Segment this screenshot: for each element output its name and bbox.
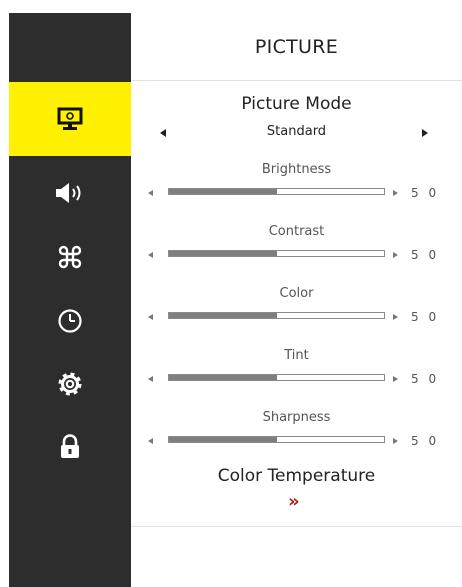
command-icon <box>58 245 82 269</box>
picture-mode-label: Picture Mode <box>241 94 352 114</box>
sharpness-track[interactable] <box>168 436 385 443</box>
gear-icon <box>58 372 82 396</box>
mode-right-arrow-icon[interactable] <box>418 123 432 143</box>
tint-track[interactable] <box>168 374 385 381</box>
bottom-divider <box>131 526 462 527</box>
color-label: Color <box>279 286 314 301</box>
color-increase-icon[interactable] <box>390 312 400 322</box>
sharpness-setting: Sharpness 5 0 <box>131 410 462 460</box>
contrast-setting: Contrast 5 0 <box>131 224 462 274</box>
sidebar-item-picture[interactable] <box>9 82 131 156</box>
brightness-increase-icon[interactable] <box>390 188 400 198</box>
title-divider <box>131 80 462 81</box>
contrast-value: 5 0 <box>411 248 440 262</box>
sidebar-item-sound[interactable] <box>9 156 131 230</box>
color-slider[interactable]: 5 0 <box>131 310 462 324</box>
sidebar-item-channel[interactable] <box>9 220 131 294</box>
brightness-slider[interactable]: 5 0 <box>131 186 462 200</box>
color-fill <box>169 313 277 318</box>
color-decrease-icon[interactable] <box>145 312 155 322</box>
page-title: PICTURE <box>254 36 339 58</box>
tint-label: Tint <box>284 348 309 363</box>
sharpness-label: Sharpness <box>262 410 331 425</box>
color-temperature-label[interactable]: Color Temperature <box>131 466 462 486</box>
tint-slider[interactable]: 5 0 <box>131 372 462 386</box>
sharpness-value: 5 0 <box>411 434 440 448</box>
color-setting: Color 5 0 <box>131 286 462 336</box>
contrast-decrease-icon[interactable] <box>145 250 155 260</box>
brightness-track[interactable] <box>168 188 385 195</box>
brightness-value: 5 0 <box>411 186 440 200</box>
brightness-fill <box>169 189 277 194</box>
sharpness-increase-icon[interactable] <box>390 436 400 446</box>
contrast-label: Contrast <box>268 224 325 239</box>
clock-icon <box>58 309 82 333</box>
monitor-icon <box>57 107 83 130</box>
contrast-slider[interactable]: 5 0 <box>131 248 462 262</box>
contrast-increase-icon[interactable] <box>390 250 400 260</box>
color-track[interactable] <box>168 312 385 319</box>
tint-value: 5 0 <box>411 372 440 386</box>
tint-decrease-icon[interactable] <box>145 374 155 384</box>
tint-increase-icon[interactable] <box>390 374 400 384</box>
sidebar <box>9 13 131 587</box>
sharpness-slider[interactable]: 5 0 <box>131 434 462 448</box>
contrast-track[interactable] <box>168 250 385 257</box>
sidebar-item-lock[interactable] <box>9 410 131 484</box>
brightness-decrease-icon[interactable] <box>145 188 155 198</box>
tint-fill <box>169 375 277 380</box>
picture-mode-selector[interactable]: Standard <box>131 123 462 143</box>
speaker-icon <box>56 183 81 203</box>
brightness-label: Brightness <box>261 162 332 177</box>
brightness-setting: Brightness 5 0 <box>131 162 462 212</box>
sharpness-fill <box>169 437 277 442</box>
chevron-right-icon[interactable]: » <box>288 493 306 511</box>
tint-setting: Tint 5 0 <box>131 348 462 398</box>
contrast-fill <box>169 251 277 256</box>
main-panel: PICTURE Picture Mode Standard Brightness… <box>131 0 462 587</box>
sharpness-decrease-icon[interactable] <box>145 436 155 446</box>
picture-mode-value: Standard <box>266 124 327 139</box>
lock-icon <box>61 434 79 458</box>
picture-settings-screen: PICTURE Picture Mode Standard Brightness… <box>0 0 462 587</box>
color-value: 5 0 <box>411 310 440 324</box>
